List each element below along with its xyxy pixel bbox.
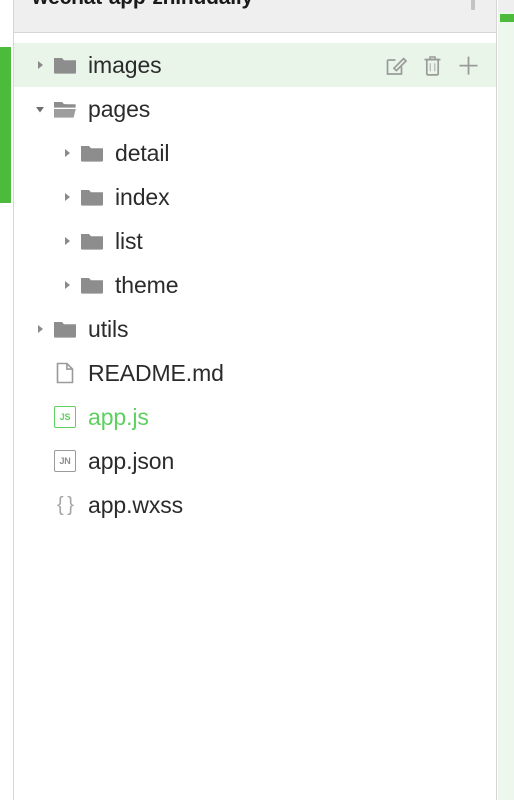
chevron-right-icon[interactable]	[59, 277, 75, 293]
file-tree: images pages detail index list theme utils READ…	[14, 43, 496, 527]
js-file-icon: JS	[52, 404, 78, 430]
tree-row-app-json[interactable]: JN app.json	[14, 439, 496, 483]
right-editor-strip-header	[498, 0, 514, 12]
wxss-file-icon: { }	[57, 494, 74, 516]
tree-item-label: app.json	[88, 447, 175, 474]
tree-top-spacer	[14, 33, 496, 43]
chevron-down-icon[interactable]	[32, 101, 48, 117]
tree-row-readme-md[interactable]: README.md	[14, 351, 496, 395]
chevron-right-icon[interactable]	[59, 189, 75, 205]
tree-row-theme[interactable]: theme	[14, 263, 496, 307]
add-file-icon[interactable]	[457, 54, 480, 77]
right-editor-strip	[498, 0, 514, 800]
tree-row-list[interactable]: list	[14, 219, 496, 263]
chevron-right-icon[interactable]	[59, 233, 75, 249]
tree-item-label: index	[115, 183, 170, 210]
rename-file-icon[interactable]	[385, 54, 408, 77]
folder-closed-icon	[79, 184, 105, 210]
tree-row-app-wxss[interactable]: { } app.wxss	[14, 483, 496, 527]
panel-header: wechat-app-zhihudaily	[14, 0, 496, 33]
tree-row-images[interactable]: images	[14, 43, 496, 87]
project-title: wechat-app-zhihudaily	[32, 0, 253, 10]
delete-file-icon[interactable]	[421, 54, 444, 77]
tree-row-index[interactable]: index	[14, 175, 496, 219]
tree-item-label: detail	[115, 139, 170, 166]
folder-closed-icon	[52, 316, 78, 342]
tree-row-utils[interactable]: utils	[14, 307, 496, 351]
folder-closed-icon	[52, 52, 78, 78]
project-tree-panel: wechat-app-zhihudaily imagespagesdetaili…	[13, 0, 497, 800]
tree-row-pages[interactable]: pages	[14, 87, 496, 131]
panel-resize-handle[interactable]	[471, 0, 475, 10]
tree-item-label: utils	[88, 315, 129, 342]
tree-item-label: theme	[115, 271, 179, 298]
folder-open-icon	[52, 96, 78, 122]
json-file-icon: JN	[52, 448, 78, 474]
tree-item-label: list	[115, 227, 143, 254]
document-page-icon	[52, 360, 78, 386]
chevron-right-icon[interactable]	[32, 321, 48, 337]
tree-row-detail[interactable]: detail	[14, 131, 496, 175]
tree-item-label: images	[88, 51, 162, 78]
folder-closed-icon	[79, 140, 105, 166]
active-tab-green-marker	[500, 14, 514, 22]
file-explorer-panel-screen: wechat-app-zhihudaily imagespagesdetaili…	[0, 0, 514, 800]
tree-item-label: pages	[88, 95, 151, 122]
chevron-right-icon[interactable]	[59, 145, 75, 161]
tree-item-label: app.js	[88, 403, 149, 430]
tree-row-app-js[interactable]: JS app.js	[14, 395, 496, 439]
active-file-accent-bar	[0, 47, 11, 203]
folder-closed-icon	[79, 272, 105, 298]
row-actions	[385, 54, 480, 77]
tree-item-label: README.md	[88, 359, 224, 386]
tree-item-label: app.wxss	[88, 491, 184, 518]
chevron-right-icon[interactable]	[32, 57, 48, 73]
folder-closed-icon	[79, 228, 105, 254]
